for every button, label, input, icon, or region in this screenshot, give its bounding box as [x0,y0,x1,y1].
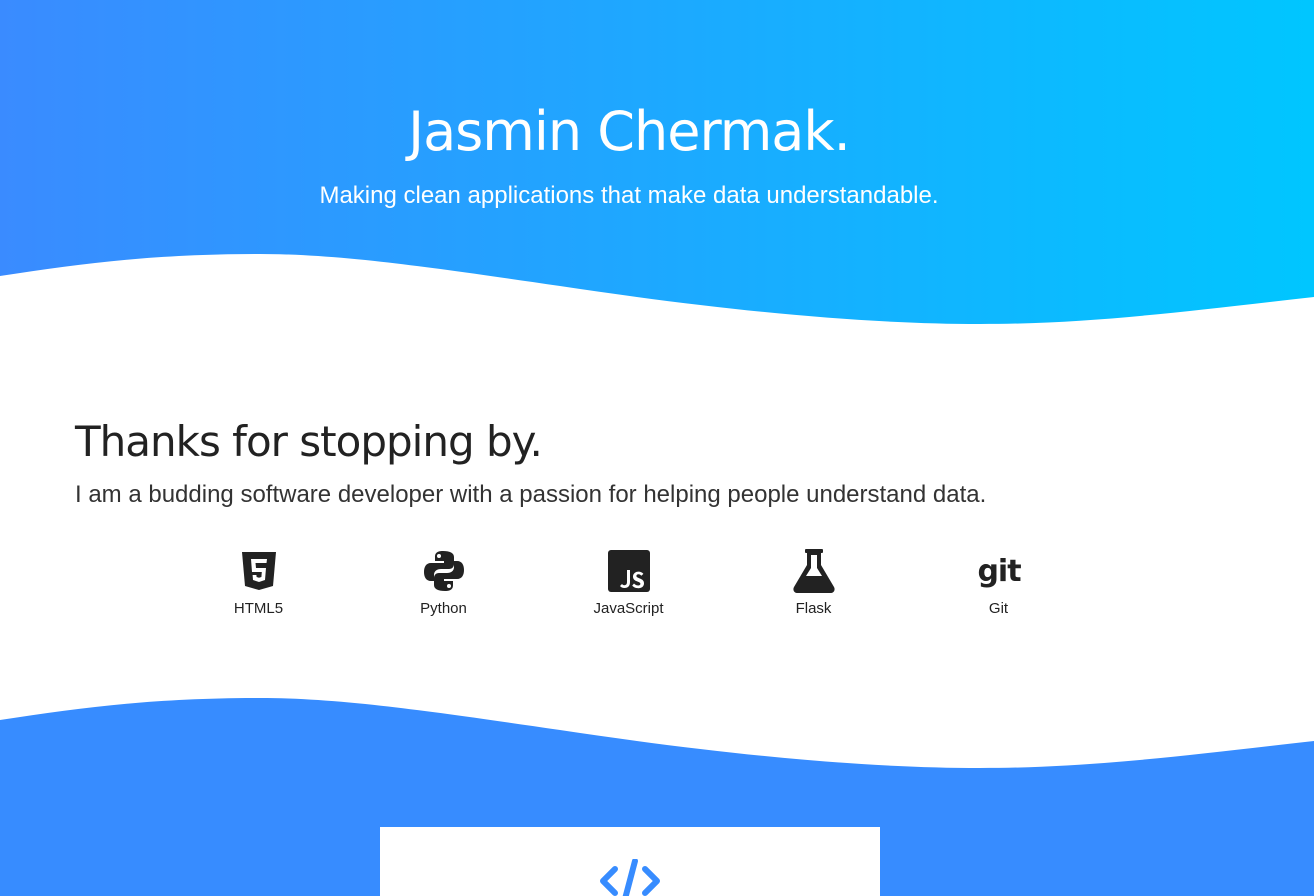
skill-javascript: JavaScript [536,548,721,617]
skill-flask: Flask [721,548,906,617]
skill-html5: HTML5 [166,548,351,617]
hero-title: Jasmin Chermak. [408,100,851,163]
flask-icon [792,549,835,593]
skill-label: Flask [795,600,832,617]
about-heading: Thanks for stopping by. [75,417,543,466]
portfolio-page: Jasmin Chermak. Making clean application… [0,0,1314,896]
html5-icon [241,552,276,590]
hero-subtitle: Making clean applications that make data… [319,182,939,209]
code-icon [600,859,660,896]
skill-label: Git [988,600,1009,617]
about-text: I am a budding software developer with a… [75,481,987,508]
hero-background [0,0,1314,324]
skill-git: git Git [906,548,1091,617]
javascript-icon [607,550,650,592]
skill-label: Python [420,600,467,617]
svg-text:git: git [977,554,1021,589]
skill-label: JavaScript [593,600,664,617]
python-icon [423,551,464,591]
projects-card [380,827,880,896]
skill-label: HTML5 [233,600,284,617]
skill-python: Python [351,548,536,617]
git-icon: git [977,554,1022,589]
skills-list: HTML5 Python JavaScript Flask git Git [166,548,1091,617]
